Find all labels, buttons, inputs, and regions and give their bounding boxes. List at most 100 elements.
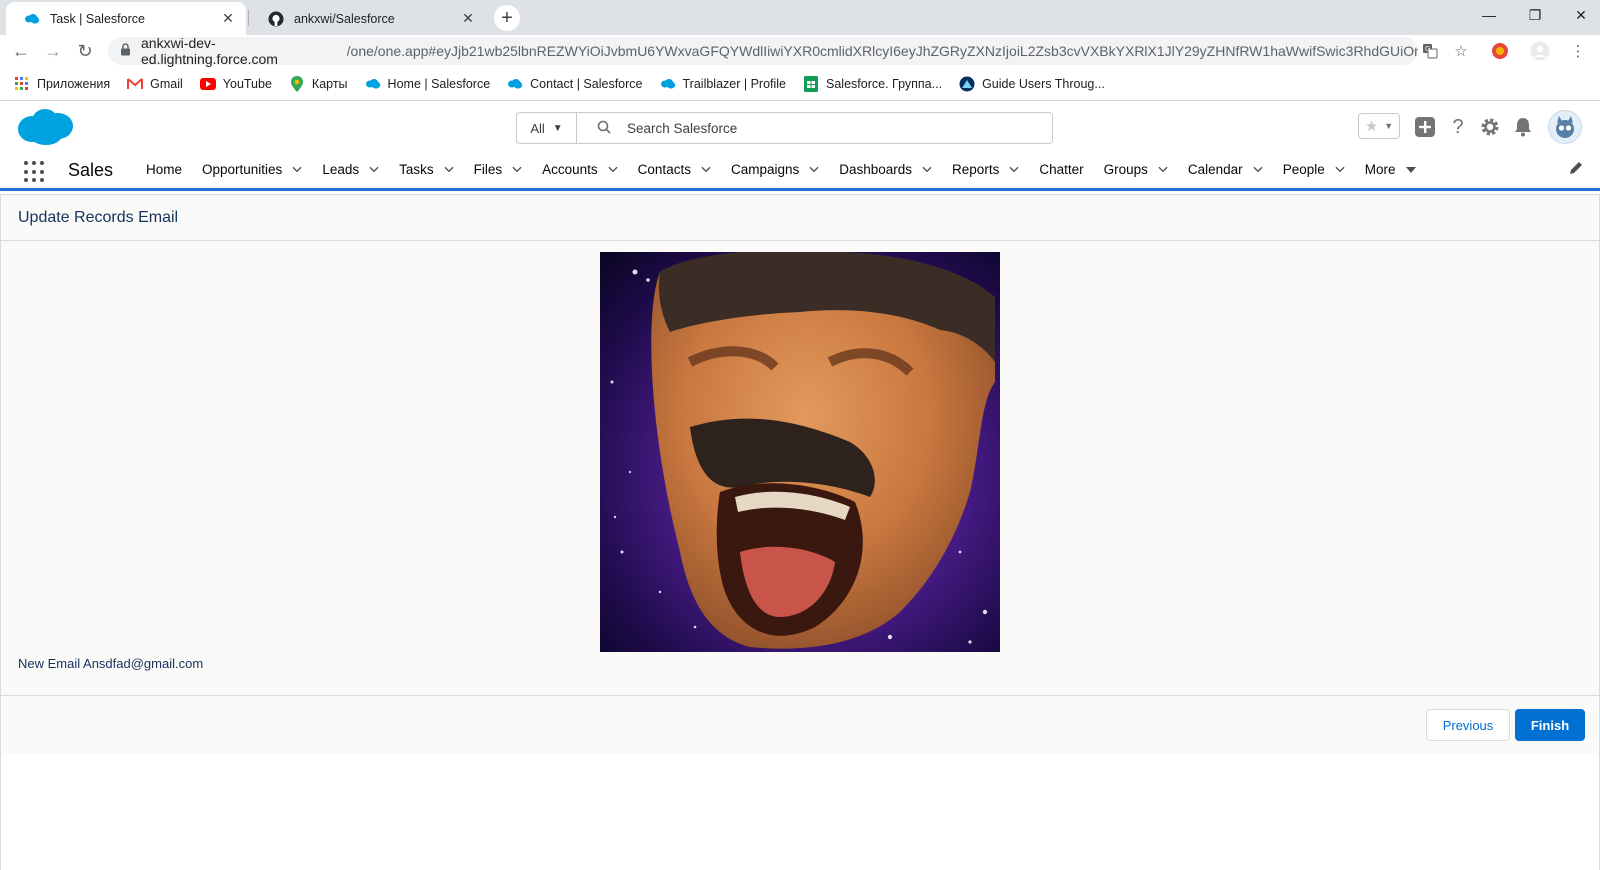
nav-item-label: Opportunities (202, 162, 283, 177)
address-bar[interactable]: ankxwi-dev-ed.lightning.force.com /one/o… (108, 35, 1418, 67)
browser-toolbar: ← → ↻ ankxwi-dev-ed.lightning.force.com … (0, 35, 1600, 67)
nav-item-groups[interactable]: Groups (1104, 162, 1168, 177)
bookmark-trailblazer[interactable]: Trailblazer | Profile (660, 76, 787, 92)
minimize-icon[interactable]: — (1466, 0, 1512, 30)
nav-item-home[interactable]: Home (146, 162, 182, 177)
bookmark-maps[interactable]: Карты (289, 75, 348, 92)
chevron-down-icon[interactable] (701, 165, 711, 175)
nav-item-label: Home (146, 162, 183, 177)
chevron-down-icon[interactable] (512, 165, 522, 175)
nav-item-contacts[interactable]: Contacts (638, 162, 711, 177)
nav-item-leads[interactable]: Leads (322, 162, 379, 177)
bookmark-salesforce-group[interactable]: Salesforce. Группа... (803, 75, 943, 92)
nav-item-calendar[interactable]: Calendar (1188, 162, 1263, 177)
nav-item-label: People (1282, 162, 1325, 177)
flow-screen-card: Update Records Email New Email Ansdfad@g… (0, 194, 1600, 754)
browser-tab-active[interactable]: Task | Salesforce ✕ (6, 2, 246, 35)
bookmark-contact-salesforce[interactable]: Contact | Salesforce (507, 76, 643, 92)
reload-icon[interactable]: ↻ (72, 38, 98, 64)
search-scope-label: All (530, 120, 545, 136)
edit-nav-pencil-icon[interactable] (1568, 160, 1586, 178)
app-navigation-bar: Sales Home Opportunities Leads Tasks Files Ac… (0, 151, 1600, 191)
bookmark-label: Salesforce. Группа... (826, 76, 943, 91)
youtube-icon (199, 76, 216, 92)
app-launcher-icon[interactable] (24, 161, 46, 183)
app-name: Sales (68, 160, 114, 180)
trailhead-icon (959, 76, 975, 92)
back-icon[interactable]: ← (8, 38, 34, 64)
chevron-down-icon[interactable] (1009, 165, 1019, 175)
previous-button[interactable]: Previous (1426, 709, 1510, 741)
nav-item-accounts[interactable]: Accounts (542, 162, 618, 177)
gear-icon[interactable] (1478, 115, 1502, 139)
window-close-icon[interactable]: ✕ (1558, 0, 1600, 30)
global-actions-add-icon[interactable] (1413, 115, 1437, 139)
chevron-down-icon[interactable] (292, 165, 302, 175)
bookmark-label: Contact | Salesforce (530, 76, 643, 91)
salesforce-global-header: All ▼ Search Salesforce ★ ▼ ? (0, 101, 1600, 151)
tab-separator (248, 10, 249, 26)
menu-kebab-icon[interactable]: ⋮ (1568, 41, 1588, 61)
global-search: All ▼ Search Salesforce (516, 112, 1053, 144)
extension-icon[interactable] (1490, 41, 1510, 61)
flow-footer: Previous Finish (1, 695, 1599, 754)
search-scope-dropdown[interactable]: All ▼ (517, 113, 577, 143)
bookmark-home-salesforce[interactable]: Home | Salesforce (365, 76, 490, 92)
nav-item-label: Groups (1103, 162, 1148, 177)
chevron-down-icon[interactable] (922, 165, 932, 175)
bookmark-youtube[interactable]: YouTube (199, 76, 272, 92)
nav-items: Home Opportunities Leads Tasks Files Accounts… (146, 151, 1436, 188)
gmail-icon (127, 76, 144, 92)
bookmarks-bar: Приложения Gmail YouTube Карты Home | Sa… (0, 67, 1600, 101)
nav-item-tasks[interactable]: Tasks (399, 162, 454, 177)
nav-item-label: Files (473, 162, 503, 177)
close-icon[interactable]: ✕ (220, 10, 236, 27)
close-icon[interactable]: ✕ (460, 10, 476, 27)
flow-title: Update Records Email (1, 195, 1599, 241)
chevron-down-icon[interactable] (1158, 165, 1168, 175)
favorites-button[interactable]: ★ ▼ (1358, 113, 1400, 139)
bookmark-gmail[interactable]: Gmail (127, 76, 183, 92)
nav-item-dashboards[interactable]: Dashboards (839, 162, 932, 177)
chevron-down-icon[interactable] (1253, 165, 1263, 175)
chevron-down-icon[interactable] (444, 165, 454, 175)
search-input[interactable]: Search Salesforce (577, 113, 1052, 143)
forward-icon[interactable]: → (40, 38, 66, 64)
nav-item-chatter[interactable]: Chatter (1039, 162, 1083, 177)
chevron-down-icon[interactable] (369, 165, 379, 175)
caret-down-icon[interactable] (1405, 165, 1416, 175)
chevron-down-icon[interactable] (1335, 165, 1345, 175)
bookmark-apps[interactable]: Приложения (14, 76, 110, 92)
github-icon (268, 11, 284, 27)
salesforce-cloud-icon (24, 11, 40, 27)
bell-icon[interactable] (1511, 115, 1535, 139)
star-bookmark-icon[interactable]: ☆ (1451, 41, 1471, 61)
bookmark-label: Trailblazer | Profile (682, 76, 787, 91)
user-avatar[interactable] (1547, 109, 1583, 145)
new-tab-button[interactable]: + (494, 5, 520, 31)
chevron-down-icon[interactable] (608, 165, 618, 175)
nav-item-campaigns[interactable]: Campaigns (731, 162, 819, 177)
nav-item-reports[interactable]: Reports (952, 162, 1019, 177)
apps-grid-icon (14, 76, 30, 92)
profile-avatar-icon[interactable] (1530, 41, 1550, 61)
nav-item-files[interactable]: Files (474, 162, 523, 177)
salesforce-cloud-icon (507, 76, 523, 92)
nav-item-label: Tasks (399, 162, 434, 177)
translate-icon[interactable]: G (1420, 41, 1440, 61)
star-icon: ★ (1364, 118, 1379, 135)
nav-item-more[interactable]: More (1365, 162, 1416, 177)
nav-item-people[interactable]: People (1283, 162, 1345, 177)
browser-tab[interactable]: ankxwi/Salesforce ✕ (250, 2, 486, 35)
finish-button[interactable]: Finish (1515, 709, 1585, 741)
bookmark-guide-users[interactable]: Guide Users Throug... (959, 76, 1105, 92)
nav-item-opportunities[interactable]: Opportunities (202, 162, 302, 177)
browser-tab-strip: Task | Salesforce ✕ ankxwi/Salesforce ✕ … (0, 0, 1600, 35)
help-icon[interactable]: ? (1446, 115, 1470, 139)
svg-text:G: G (1425, 45, 1430, 53)
restore-icon[interactable]: ❐ (1512, 0, 1558, 30)
tab-title: ankxwi/Salesforce (294, 11, 395, 26)
nav-item-label: Calendar (1187, 162, 1243, 177)
chevron-down-icon[interactable] (809, 165, 819, 175)
salesforce-logo[interactable] (16, 107, 74, 152)
